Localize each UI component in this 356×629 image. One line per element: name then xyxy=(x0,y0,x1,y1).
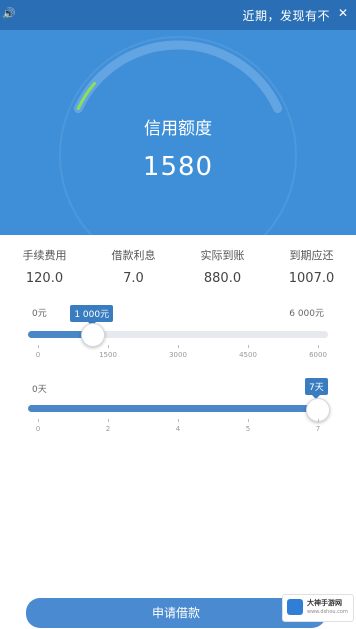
days-slider-track[interactable] xyxy=(28,405,328,412)
watermark-title: 大神手游网 xyxy=(307,599,342,607)
stat-label: 借款利息 xyxy=(111,249,156,262)
apply-loan-button[interactable]: 申请借款 xyxy=(26,598,326,628)
amount-value-tooltip: 1 000元 xyxy=(70,305,114,326)
stat-value: 880.0 xyxy=(203,271,242,286)
amount-tick-label: 1500 xyxy=(99,351,117,359)
days-value-tooltip: 7天 xyxy=(305,378,328,399)
stat-value: 7.0 xyxy=(123,271,144,286)
days-tick-label: 0 xyxy=(35,425,41,433)
watermark-url: www.dshou.com xyxy=(307,609,348,615)
days-slider-fill xyxy=(28,405,317,412)
amount-tick-mark xyxy=(248,345,249,348)
loan-summary: 手续费用 120.0 借款利息 7.0 实际到账 880.0 到期应还 1007… xyxy=(0,247,356,291)
amount-slider-track[interactable] xyxy=(28,331,328,338)
gauge-track xyxy=(73,40,283,113)
amount-min-label: 0元 xyxy=(32,309,47,319)
stat-value: 1007.0 xyxy=(288,271,335,286)
credit-panel: 信用额度 1580 xyxy=(0,30,356,235)
notice-bar: 🔊 近期，发现有不 ✕ xyxy=(0,0,356,30)
stat-label: 实际到账 xyxy=(200,249,245,262)
days-tick-mark xyxy=(318,419,319,422)
amount-tick-label: 3000 xyxy=(169,351,187,359)
stat-received: 实际到账 880.0 xyxy=(178,247,267,286)
credit-title: 信用额度 xyxy=(144,119,212,139)
days-tick-mark xyxy=(178,419,179,422)
days-tick-mark xyxy=(108,419,109,422)
amount-tick-label: 6000 xyxy=(309,351,327,359)
stat-interest: 借款利息 7.0 xyxy=(89,247,178,286)
credit-amount: 1580 xyxy=(142,152,214,182)
amount-tick-mark xyxy=(318,345,319,348)
days-tick-label: 4 xyxy=(175,425,181,433)
days-tick-label: 5 xyxy=(245,425,251,433)
days-tick-label: 2 xyxy=(105,425,111,433)
stat-fee: 手续费用 120.0 xyxy=(0,247,89,286)
amount-tick-label: 4500 xyxy=(239,351,257,359)
close-icon[interactable]: ✕ xyxy=(338,6,348,20)
stat-repay: 到期应还 1007.0 xyxy=(267,247,356,286)
notice-text[interactable]: 近期，发现有不 xyxy=(242,7,330,24)
days-min-label: 0天 xyxy=(32,385,47,395)
amount-slider-handle[interactable] xyxy=(80,323,105,347)
amount-tick-mark xyxy=(108,345,109,348)
amount-tick-mark xyxy=(178,345,179,348)
amount-max-label: 6 000元 xyxy=(289,309,324,319)
days-tick-mark xyxy=(38,419,39,422)
amount-slider[interactable]: 0元 6 000元 1 000元 0 1500 3000 4500 6000 xyxy=(28,304,328,374)
stat-label: 到期应还 xyxy=(289,249,334,262)
days-tick-mark xyxy=(248,419,249,422)
site-watermark: 大神手游网 www.dshou.com xyxy=(282,594,354,622)
speaker-icon: 🔊 xyxy=(2,7,16,20)
amount-tick-mark xyxy=(38,345,39,348)
stat-label: 手续费用 xyxy=(22,249,67,262)
days-tick-label: 7 xyxy=(315,425,321,433)
stat-value: 120.0 xyxy=(25,271,64,286)
days-slider[interactable]: 0天 7天 0 2 4 5 7 xyxy=(28,378,330,450)
amount-tick-label: 0 xyxy=(35,351,41,359)
watermark-logo-icon xyxy=(287,599,303,615)
